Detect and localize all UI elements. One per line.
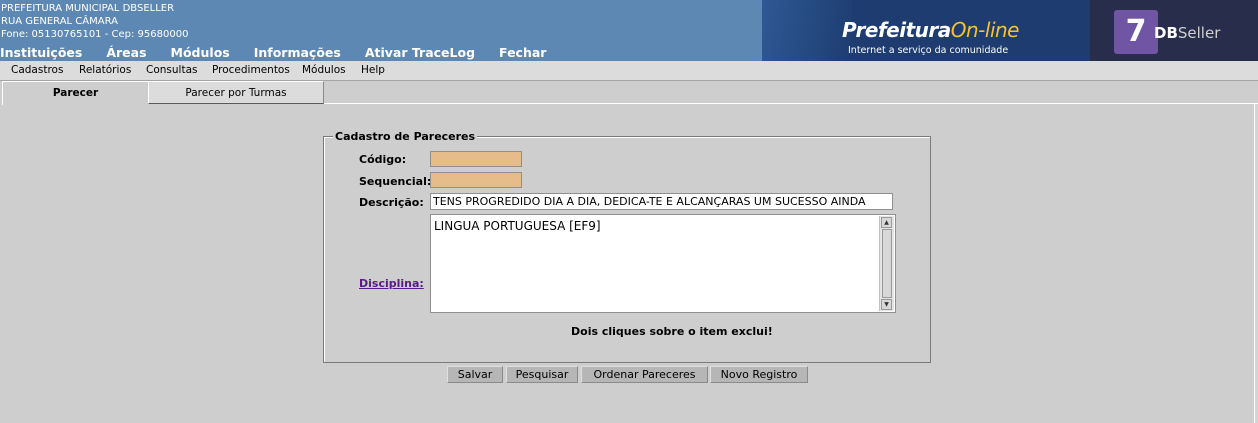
pesquisar-button[interactable]: Pesquisar [506,366,578,383]
menu-modulos[interactable]: Módulos [302,64,346,76]
menu-help[interactable]: Help [361,64,385,76]
codigo-label: Código: [359,153,407,166]
disciplina-listbox[interactable]: LINGUA PORTUGUESA [EF9] ▲ ▼ [430,214,896,313]
tab-parecer-por-turmas[interactable]: Parecer por Turmas [148,81,324,104]
ordenar-pareceres-button[interactable]: Ordenar Pareceres [581,366,708,383]
menu-cadastros[interactable]: Cadastros [11,64,63,76]
nav-informacoes[interactable]: Informações [254,45,341,61]
novo-registro-button[interactable]: Novo Registro [710,366,808,383]
tab-parecer[interactable]: Parecer [2,81,148,105]
dbseller-logo-icon: 7 [1114,10,1158,54]
nav-areas[interactable]: Áreas [106,45,146,61]
logo-db: DB [1154,24,1178,42]
menu-consultas[interactable]: Consultas [146,64,197,76]
top-nav: Instituições Áreas Módulos Informações A… [0,45,570,61]
brand-tagline: Internet a serviço da comunidade [848,45,1009,56]
banner-wave [762,0,852,61]
dbseller-logo-text: DBSeller [1154,24,1220,42]
scroll-down-icon[interactable]: ▼ [881,299,892,310]
nav-fechar[interactable]: Fechar [499,45,546,61]
brand-suffix: On-line [950,18,1020,42]
scroll-up-icon[interactable]: ▲ [881,217,892,228]
codigo-field[interactable] [430,151,522,167]
prefeitura-online-logo: PrefeituraOn-line [842,18,1019,42]
menu-procedimentos[interactable]: Procedimentos [212,64,290,76]
sequencial-label: Sequencial: [359,175,432,188]
logo-seller: Seller [1177,24,1221,42]
panel-right-edge [1254,104,1258,423]
nav-instituicoes[interactable]: Instituições [0,45,82,61]
sequencial-field[interactable] [430,172,522,188]
descricao-label: Descrição: [359,196,424,209]
institution-info: PREFEITURA MUNICIPAL DBSELLER RUA GENERA… [1,2,188,41]
scroll-thumb[interactable] [882,229,892,298]
salvar-button[interactable]: Salvar [447,366,503,383]
menu-bar: Cadastros Relatórios Consultas Procedime… [0,61,1258,81]
menu-relatorios[interactable]: Relatórios [79,64,131,76]
brand-text: Prefeitura [842,18,951,42]
listbox-scrollbar[interactable]: ▲ ▼ [879,216,894,311]
tab-divider [324,103,1258,104]
delete-hint: Dois cliques sobre o item exclui! [571,325,773,338]
disciplina-link[interactable]: Disciplina: [359,277,424,290]
institution-name: PREFEITURA MUNICIPAL DBSELLER [1,3,175,14]
disciplina-list-item[interactable]: LINGUA PORTUGUESA [EF9] [434,219,601,233]
nav-ativar-tracelog[interactable]: Ativar TraceLog [365,45,475,61]
brand-banner: PrefeituraOn-line Internet a serviço da … [762,0,1258,61]
institution-address: RUA GENERAL CÂMARA [1,16,118,27]
fieldset-legend: Cadastro de Pareceres [333,130,478,143]
nav-modulos[interactable]: Módulos [171,45,230,61]
descricao-field[interactable]: TENS PROGREDIDO DIA A DIA, DEDICA-TE E A… [430,193,893,210]
app-header: PREFEITURA MUNICIPAL DBSELLER RUA GENERA… [0,0,1258,61]
institution-contact: Fone: 05130765101 - Cep: 95680000 [1,29,189,40]
